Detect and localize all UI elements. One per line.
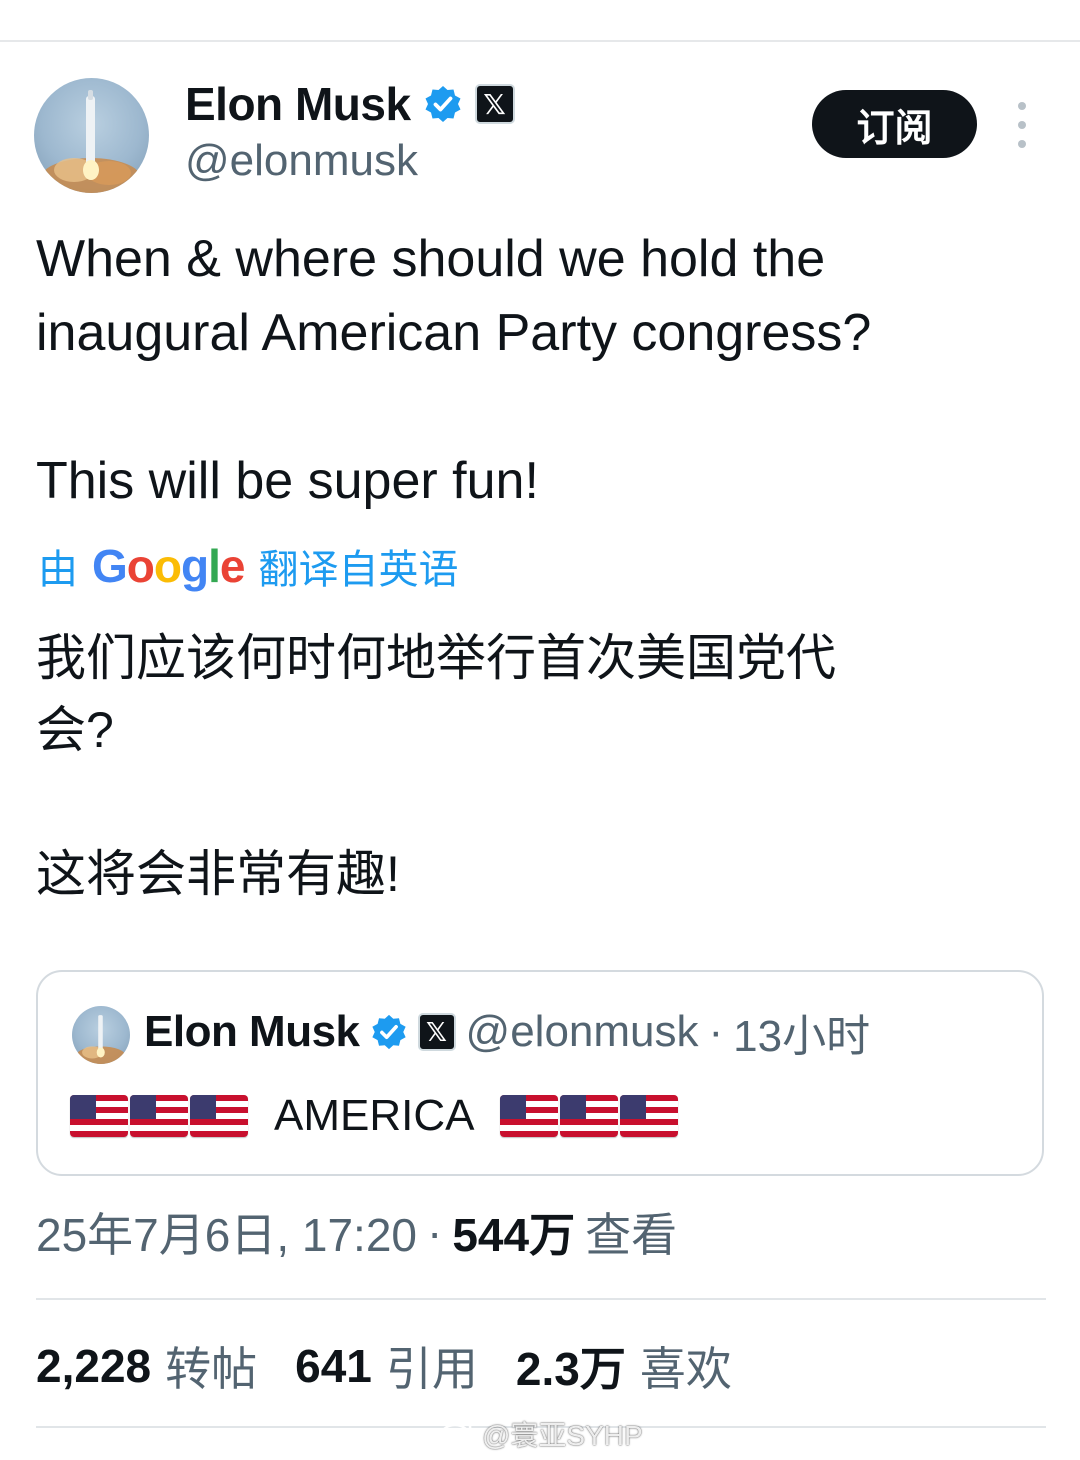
views-label: 查看	[585, 1209, 678, 1261]
verified-icon	[370, 1013, 408, 1051]
rocket-launch-image	[75, 1015, 126, 1064]
x-logo-icon: 𝕏	[417, 1013, 456, 1051]
tweet-text-line: When & where should we hold the	[36, 230, 826, 288]
divider	[36, 1298, 1046, 1300]
google-logo: Google	[92, 540, 245, 592]
verified-icon	[423, 84, 463, 124]
weibo-icon	[440, 1417, 474, 1452]
reposts-label[interactable]: 转帖	[165, 1333, 257, 1399]
us-flag-icon	[70, 1095, 128, 1137]
translation-attribution[interactable]: 由 Google 翻译自英语	[38, 538, 458, 594]
more-icon[interactable]	[1008, 102, 1036, 148]
meta-separator: ·	[708, 1007, 724, 1056]
timestamp-row: 25年7月6日, 17:20 · 544万 查看	[36, 1200, 677, 1264]
author-name-row: Elon Musk 𝕏	[185, 76, 515, 132]
likes-label[interactable]: 喜欢	[640, 1333, 732, 1399]
author-handle[interactable]: @elonmusk	[185, 136, 418, 186]
quotes-label[interactable]: 引用	[386, 1333, 478, 1399]
subscribe-button[interactable]: 订阅	[812, 90, 977, 158]
likes-count[interactable]: 2.3万	[516, 1333, 626, 1399]
quotes-count[interactable]: 641	[295, 1339, 372, 1393]
watermark-text: @寰亚SYHP	[482, 1420, 643, 1451]
us-flag-icon	[130, 1095, 188, 1137]
engagement-stats: 2,228 转帖 641 引用 2.3万 喜欢	[36, 1334, 770, 1398]
translated-text-line: 会?	[36, 702, 114, 758]
quoted-tweet-header: Elon Musk 𝕏 @elonmusk · 13小时	[144, 1002, 870, 1062]
us-flag-group-left	[70, 1095, 248, 1137]
rocket-launch-image	[41, 90, 141, 193]
translate-suffix: 翻译自英语	[258, 548, 459, 592]
translate-prefix: 由	[38, 548, 78, 592]
quoted-tweet-body: AMERICA	[70, 1086, 679, 1146]
translated-text-line: 这将会非常有趣!	[36, 846, 400, 902]
translated-text-line: 我们应该何时何地举行首次美国党代	[36, 630, 836, 686]
x-logo-icon: 𝕏	[474, 84, 515, 124]
watermark: @寰亚SYHP	[440, 1414, 643, 1454]
us-flag-icon	[500, 1095, 559, 1137]
author-name[interactable]: Elon Musk	[185, 77, 411, 131]
tweet-text-line: inaugural American Party congress?	[36, 304, 872, 362]
meta-separator: ·	[427, 1206, 443, 1258]
us-flag-icon	[620, 1095, 679, 1137]
top-divider	[0, 40, 1080, 42]
reposts-count[interactable]: 2,228	[36, 1339, 151, 1393]
translated-text: 我们应该何时何地举行首次美国党代 会? 这将会非常有趣!	[36, 622, 1046, 910]
quoted-author-avatar[interactable]	[72, 1006, 130, 1064]
quoted-author-name: Elon Musk	[144, 1007, 360, 1056]
timestamp[interactable]: 25年7月6日, 17:20	[36, 1199, 417, 1265]
tweet-text-line: This will be super fun!	[36, 452, 539, 510]
quoted-time: 13小时	[733, 1012, 871, 1061]
author-avatar[interactable]	[34, 78, 149, 193]
tweet-text: When & where should we hold the inaugura…	[36, 222, 1046, 518]
quoted-handle: @elonmusk	[465, 1007, 699, 1056]
views-count: 544万	[452, 1209, 576, 1261]
tweet-detail-screen: Elon Musk 𝕏 @elonmusk 订阅 When & where sh…	[0, 0, 1080, 1460]
us-flag-group-right	[500, 1095, 679, 1137]
quoted-text: AMERICA	[274, 1091, 475, 1140]
us-flag-icon	[560, 1095, 619, 1137]
us-flag-icon	[190, 1095, 248, 1137]
quoted-tweet-card[interactable]: Elon Musk 𝕏 @elonmusk · 13小时 AMERICA	[36, 970, 1044, 1176]
